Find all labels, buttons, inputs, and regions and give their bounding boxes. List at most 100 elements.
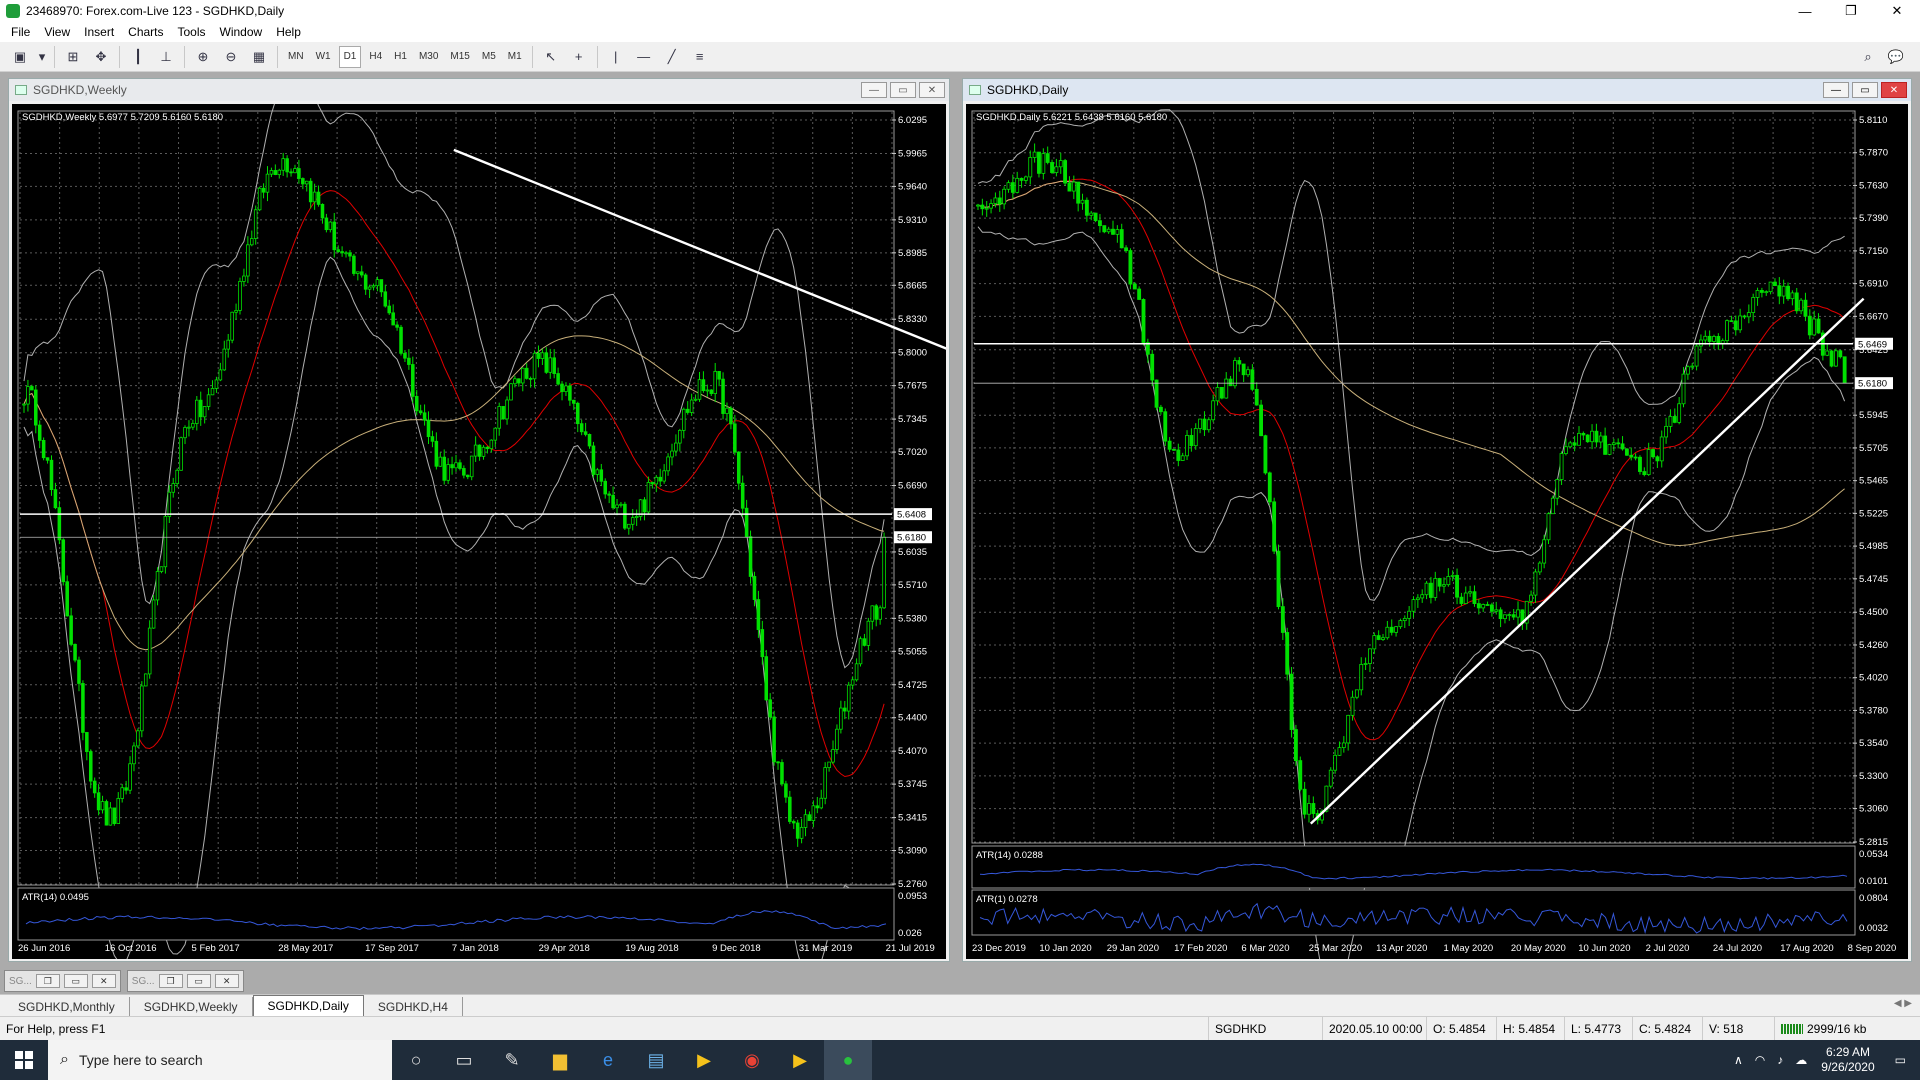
app-icon-3[interactable]: ▤	[632, 1040, 680, 1080]
indicator-axis-label: 0.0534	[1859, 849, 1888, 860]
menu-file[interactable]: File	[4, 25, 37, 39]
restore-button[interactable]: ❐	[1828, 0, 1874, 22]
timeframe-h4[interactable]: H4	[365, 46, 386, 68]
timeframe-d1[interactable]: D1	[338, 45, 362, 68]
timeframe-mn[interactable]: MN	[284, 46, 308, 68]
cloud-icon[interactable]: ☁	[1795, 1053, 1807, 1067]
candle-body	[572, 399, 576, 404]
daily-minimize-button[interactable]: —	[1823, 82, 1849, 98]
price-axis-label: 5.7020	[898, 447, 927, 458]
zoom-in-icon[interactable]: ⊕	[191, 46, 215, 68]
candle-body	[81, 683, 85, 733]
candle-body	[1246, 369, 1250, 376]
app-icon-4[interactable]: ▶	[680, 1040, 728, 1080]
network-icon[interactable]: ◠	[1755, 1053, 1765, 1067]
tab-sgdhkd-monthly[interactable]: SGDHKD,Monthly	[4, 997, 130, 1016]
timeframe-h1[interactable]: H1	[390, 46, 411, 68]
crosshair-icon[interactable]: +	[567, 46, 591, 68]
daily-maximize-button[interactable]: ▭	[1852, 82, 1878, 98]
minimize-button[interactable]: —	[1782, 0, 1828, 22]
daily-chart-area[interactable]: 5.8110 5.7870 5.7630 5.7390 5.7150 5.6910 5.66…	[966, 104, 1908, 993]
weekly-chart-svg[interactable]: 6.0295 5.9965 5.9640 5.9310 5.8985 5.8665 5.83…	[12, 68, 1210, 980]
candle-body	[1677, 403, 1682, 423]
menu-insert[interactable]: Insert	[77, 25, 121, 39]
candle-body	[1259, 404, 1263, 437]
chrome-icon[interactable]: ◉	[728, 1040, 776, 1080]
cursor-icon[interactable]: ↖	[539, 46, 563, 68]
tray-chevron-icon[interactable]: ∧	[1734, 1053, 1743, 1067]
timeframe-m30[interactable]: M30	[415, 46, 442, 68]
weekly-maximize-button[interactable]: ▭	[890, 82, 916, 98]
restore-icon[interactable]: ❐	[35, 974, 60, 988]
horizontal-line-icon[interactable]: —	[632, 46, 656, 68]
timeframe-m1[interactable]: M1	[504, 46, 526, 68]
timeframe-m5[interactable]: M5	[478, 46, 500, 68]
timeframe-w1[interactable]: W1	[312, 46, 335, 68]
app-icon-1[interactable]: ▭	[440, 1040, 488, 1080]
candle-body	[552, 357, 556, 374]
close-button[interactable]: ✕	[1874, 0, 1920, 22]
navigator-icon[interactable]: ✥	[89, 46, 113, 68]
candle-body	[1577, 432, 1581, 446]
taskbar-search[interactable]: ⌕ Type here to search	[48, 1040, 392, 1080]
trendline-icon[interactable]: ╱	[660, 46, 684, 68]
menu-tools[interactable]: Tools	[171, 25, 213, 39]
daily-chart-window[interactable]: SGDHKD,Daily — ▭ ✕ 5.8110 5.7870 5.7630 5.7…	[962, 78, 1912, 993]
profiles-icon[interactable]: ▾	[36, 46, 48, 68]
candle-body	[685, 408, 690, 413]
candle-body	[1651, 449, 1655, 458]
metatrader-icon[interactable]: ●	[824, 1040, 872, 1080]
zoom-out-icon[interactable]: ⊖	[219, 46, 243, 68]
task-view-icon[interactable]: ○	[392, 1040, 440, 1080]
timeframe-m15[interactable]: M15	[446, 46, 473, 68]
edge-icon[interactable]: e	[584, 1040, 632, 1080]
candle-body	[517, 378, 521, 384]
minimized-window[interactable]: SG... ❐ ▭ ✕	[4, 970, 121, 992]
minimized-window[interactable]: SG... ❐ ▭ ✕	[126, 970, 244, 992]
new-chart-icon[interactable]: ▣	[8, 46, 32, 68]
volume-icon[interactable]: ♪	[1777, 1053, 1783, 1067]
app-icon-5[interactable]: ▶	[776, 1040, 824, 1080]
market-watch-icon[interactable]: ⊞	[61, 46, 85, 68]
price-axis-label: 5.4070	[898, 746, 927, 757]
weekly-close-button[interactable]: ✕	[919, 82, 945, 98]
menu-help[interactable]: Help	[269, 25, 308, 39]
maximize-icon[interactable]: ▭	[186, 974, 211, 988]
candle-body	[383, 291, 388, 307]
vertical-line-icon[interactable]: |	[604, 46, 628, 68]
weekly-minimize-button[interactable]: —	[861, 82, 887, 98]
restore-icon[interactable]: ❐	[158, 974, 183, 988]
menu-window[interactable]: Window	[213, 25, 270, 39]
tab-sgdhkd-h4[interactable]: SGDHKD,H4	[364, 997, 463, 1016]
notifications-icon[interactable]: ▭	[1895, 1053, 1906, 1067]
close-icon[interactable]: ✕	[91, 974, 116, 988]
app-icon-2[interactable]: ✎	[488, 1040, 536, 1080]
taskbar-clock[interactable]: 6:29 AM 9/26/2020	[1821, 1045, 1874, 1075]
candle-body	[1546, 513, 1551, 541]
daily-chart-svg[interactable]: 5.8110 5.7870 5.7630 5.7390 5.7150 5.6910 5.66…	[966, 104, 1908, 993]
chat-icon[interactable]: 💬	[1884, 46, 1908, 68]
tile-windows-icon[interactable]: ▦	[247, 46, 271, 68]
start-button[interactable]	[0, 1040, 48, 1080]
candle-body	[1437, 578, 1442, 587]
menu-view[interactable]: View	[37, 25, 77, 39]
candle-body	[1015, 177, 1020, 193]
weekly-chart-area[interactable]: 6.0295 5.9965 5.9640 5.9310 5.8985 5.8665 5.83…	[12, 68, 1210, 980]
maximize-icon[interactable]: ▭	[63, 974, 88, 988]
tab-sgdhkd-daily[interactable]: SGDHKD,Daily	[252, 995, 364, 1016]
bar-chart-icon[interactable]: ┃	[126, 46, 150, 68]
date-axis-label: 16 Oct 2016	[105, 943, 157, 954]
date-axis-label: 24 Jul 2020	[1713, 943, 1762, 954]
tab-scroll-arrows[interactable]: ◀ ▶	[1894, 998, 1912, 1009]
fibonacci-icon[interactable]: ≡	[688, 46, 712, 68]
candles-icon[interactable]: ⊥	[154, 46, 178, 68]
weekly-chart-window[interactable]: SGDHKD,Weekly — ▭ ✕ 6.0295 5.9965 5.9640 5.…	[8, 68, 1210, 980]
tab-sgdhkd-weekly[interactable]: SGDHKD,Weekly	[130, 997, 253, 1016]
close-icon[interactable]: ✕	[214, 974, 239, 988]
daily-close-button[interactable]: ✕	[1881, 82, 1907, 98]
search-icon[interactable]: ⌕	[1856, 46, 1880, 68]
file-explorer-icon[interactable]: ▆	[536, 1040, 584, 1080]
menu-charts[interactable]: Charts	[121, 25, 170, 39]
candle-body	[1254, 388, 1259, 406]
price-axis-label: 5.3780	[1859, 705, 1888, 716]
